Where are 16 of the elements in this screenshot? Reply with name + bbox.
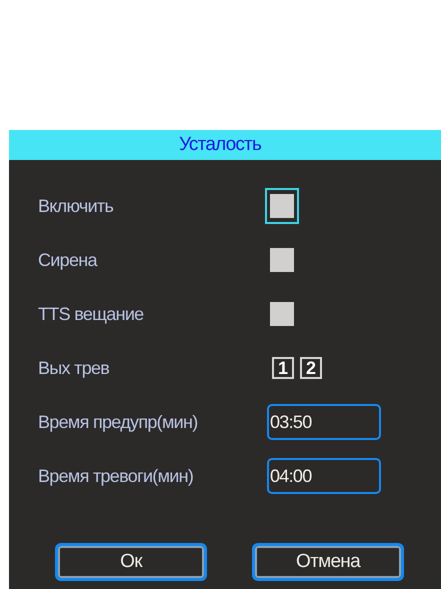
setting-label: Время предупр(мин) — [38, 412, 199, 432]
output-toggle[interactable]: 2 — [300, 357, 322, 379]
checkbox[interactable] — [270, 248, 294, 272]
setting-label: Сирена — [38, 250, 98, 270]
time-field[interactable]: 03:50 — [267, 404, 381, 440]
output-toggle[interactable]: 1 — [272, 357, 294, 379]
checkbox[interactable] — [270, 302, 294, 326]
time-field[interactable]: 04:00 — [267, 458, 381, 494]
setting-label: Вых трев — [38, 358, 110, 378]
dialog-button[interactable]: Ок — [55, 543, 207, 581]
dialog-title: Усталость — [9, 130, 441, 160]
setting-label: TTS вещание — [38, 304, 144, 324]
dialog-button[interactable]: Отмена — [252, 543, 404, 581]
setting-label: Время тревоги(мин) — [38, 466, 194, 486]
setting-label: Включить — [38, 196, 114, 216]
checkbox[interactable] — [270, 194, 294, 218]
